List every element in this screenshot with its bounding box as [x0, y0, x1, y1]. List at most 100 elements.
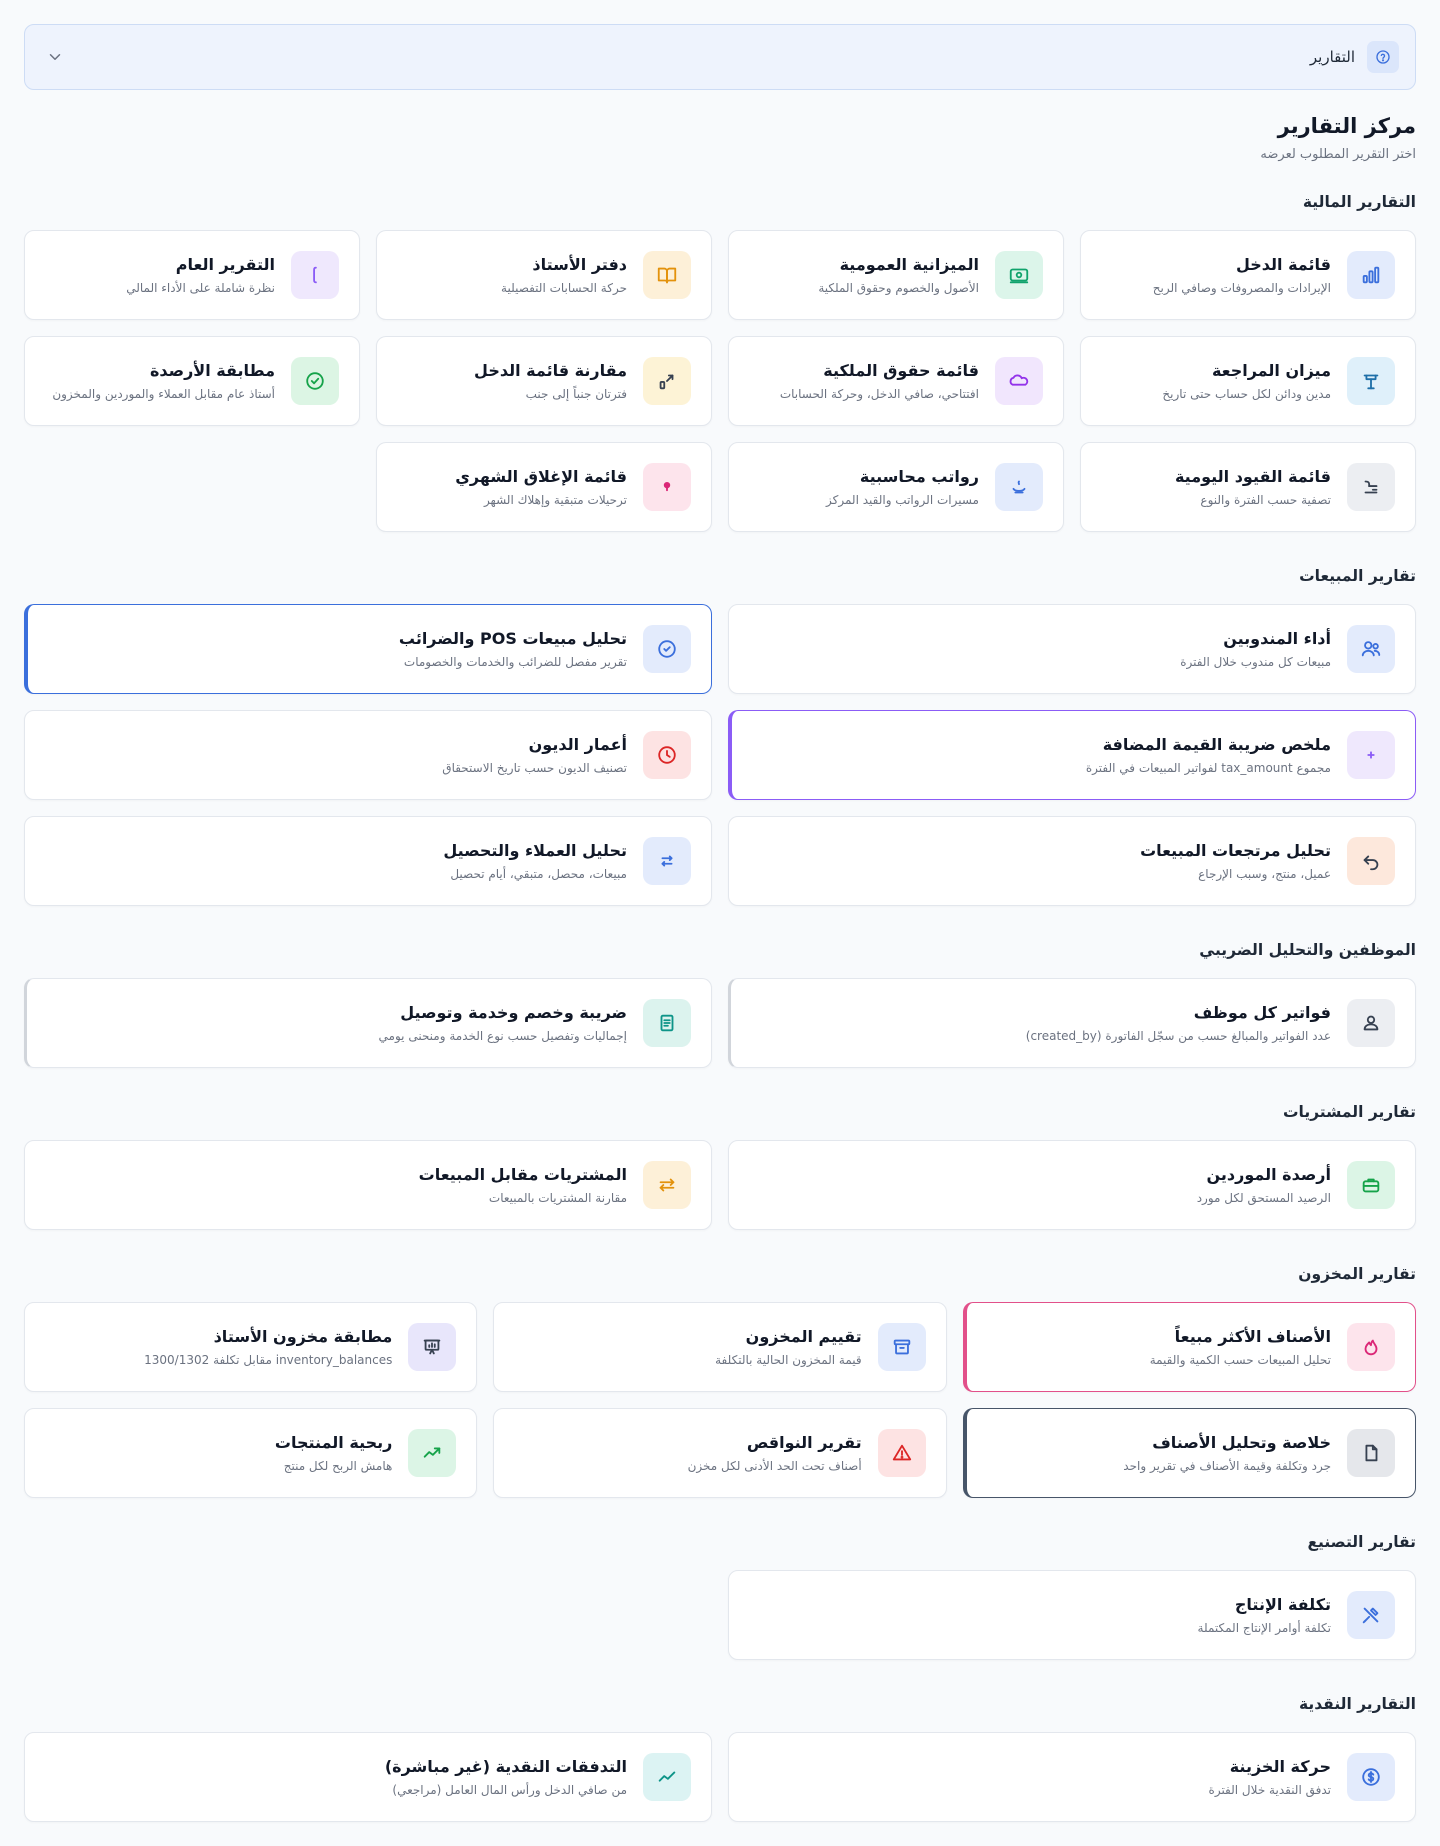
card-desc: مسيرات الرواتب والقيد المركز [826, 493, 979, 507]
card-desc: افتتاحي، صافي الدخل، وحركة الحسابات [779, 387, 979, 401]
card-desc: مبيعات، محصل، متبقي، أيام تحصيل [450, 867, 627, 881]
report-card-trial-balance[interactable]: ميزان المراجعة مدين ودائن لكل حساب حتى تا… [1080, 336, 1416, 426]
card-desc: مدين ودائن لكل حساب حتى تاريخ [1162, 387, 1331, 401]
report-card-customer-collection[interactable]: تحليل العملاء والتحصيل مبيعات، محصل، متبق… [24, 816, 712, 906]
card-title: التقرير العام [175, 255, 275, 274]
section-title-financial: التقارير المالية [1302, 193, 1416, 211]
section-title-inventory: تقارير المخزون [1298, 1265, 1416, 1283]
briefcase-icon [1347, 1161, 1395, 1209]
report-card-payroll[interactable]: رواتب محاسبية مسيرات الرواتب والقيد المرك… [728, 442, 1064, 532]
users-icon [1347, 625, 1395, 673]
card-title: ملخص ضريبة القيمة المضافة [1102, 735, 1331, 754]
receipt-icon [643, 999, 691, 1047]
reports-dropdown[interactable]: التقارير [24, 24, 1416, 90]
user-icon [1347, 999, 1395, 1047]
banknote-icon [995, 251, 1043, 299]
card-title: قائمة الدخل [1235, 255, 1331, 274]
journal-icon [1347, 463, 1395, 511]
card-desc: قيمة المخزون الحالية بالتكلفة [715, 1353, 862, 1367]
section-title-employees: الموظفين والتحليل الضريبي [1199, 941, 1416, 959]
report-card-balance-sheet[interactable]: الميزانية العمومية الأصول والخصوم وحقوق ا… [728, 230, 1064, 320]
card-desc: تصنيف الديون حسب تاريخ الاستحقاق [442, 761, 627, 775]
undo-icon [1347, 837, 1395, 885]
card-desc: مجموع tax_amount لفواتير المبيعات في الف… [1085, 761, 1331, 775]
card-desc: عميل، منتج، وسبب الإرجاع [1198, 867, 1331, 881]
financial-grid: قائمة الدخل الإيرادات والمصروفات وصافي ال… [24, 230, 1416, 532]
report-card-ledger-inventory-match[interactable]: مطابقة مخزون الأستاذ inventory_balances م… [24, 1302, 478, 1392]
transfer-icon [643, 837, 691, 885]
trend-icon [643, 1753, 691, 1801]
report-card-top-selling[interactable]: الأصناف الأكثر مبيعاً تحليل المبيعات حسب … [962, 1302, 1416, 1392]
plus-icon [1347, 731, 1395, 779]
report-card-indirect-cash-flow[interactable]: التدفقات النقدية (غير مباشرة) من صافي الد… [24, 1732, 712, 1822]
card-desc: تكلفة أوامر الإنتاج المكتملة [1197, 1621, 1331, 1635]
trend-icon [408, 1429, 457, 1477]
dropdown-label: التقارير [1309, 48, 1355, 66]
card-desc: حركة الحسابات التفصيلية [501, 281, 627, 295]
report-card-monthly-closing[interactable]: قائمة الإغلاق الشهري ترحيلات متبقية وإهلا… [376, 442, 712, 532]
card-desc: مبيعات كل مندوب خلال الفترة [1180, 655, 1331, 669]
card-desc: عدد الفواتير والمبالغ حسب من سجّل الفاتو… [1025, 1029, 1331, 1043]
report-card-shortages[interactable]: تقرير النواقص أصناف تحت الحد الأدنى لكل م… [493, 1408, 947, 1498]
card-title: تحليل مبيعات POS والضرائب [398, 629, 627, 648]
card-title: فواتير كل موظف [1193, 1003, 1331, 1022]
report-card-income-comparison[interactable]: مقارنة قائمة الدخل فترتان جنباً إلى جنب [376, 336, 712, 426]
section-title-sales: تقارير المبيعات [1299, 567, 1416, 585]
report-card-equity-statement[interactable]: قائمة حقوق الملكية افتتاحي، صافي الدخل، و… [728, 336, 1064, 426]
report-card-production-cost[interactable]: تكلفة الإنتاج تكلفة أوامر الإنتاج المكتمل… [728, 1570, 1416, 1660]
report-card-balance-reconciliation[interactable]: مطابقة الأرصدة أستاذ عام مقابل العملاء وا… [24, 336, 360, 426]
card-title: ضريبة وخصم وخدمة وتوصيل [400, 1003, 627, 1022]
card-title: التدفقات النقدية (غير مباشرة) [384, 1757, 627, 1776]
card-desc: تحليل المبيعات حسب الكمية والقيمة [1149, 1353, 1331, 1367]
card-title: مطابقة الأرصدة [149, 361, 275, 380]
sales-grid: أداء المندوبين مبيعات كل مندوب خلال الفتر… [24, 604, 1416, 906]
card-title: تقرير النواقص [746, 1433, 862, 1452]
card-title: دفتر الأستاذ [532, 255, 627, 274]
report-card-employee-invoices[interactable]: فواتير كل موظف عدد الفواتير والمبالغ حسب … [728, 978, 1416, 1068]
report-card-supplier-balances[interactable]: أرصدة الموردين الرصيد المستحق لكل مورد [728, 1140, 1416, 1230]
report-card-items-summary[interactable]: خلاصة وتحليل الأصناف جرد وتكلفة وقيمة الأ… [962, 1408, 1416, 1498]
card-title: تحليل العملاء والتحصيل [443, 841, 627, 860]
report-card-debt-aging[interactable]: أعمار الديون تصنيف الديون حسب تاريخ الاست… [24, 710, 712, 800]
report-card-sales-returns[interactable]: تحليل مرتجعات المبيعات عميل، منتج، وسبب ا… [728, 816, 1416, 906]
report-card-tax-discount-service[interactable]: ضريبة وخصم وخدمة وتوصيل إجماليات وتفصيل ح… [24, 978, 712, 1068]
report-card-general-report[interactable]: التقرير العام نظرة شاملة على الأداء المال… [24, 230, 360, 320]
report-card-vat-summary[interactable]: ملخص ضريبة القيمة المضافة مجموع tax_amoun… [728, 710, 1416, 800]
card-title: ميزان المراجعة [1211, 361, 1331, 380]
file-icon [1347, 1429, 1395, 1477]
report-card-general-ledger[interactable]: دفتر الأستاذ حركة الحسابات التفصيلية [376, 230, 712, 320]
warning-icon [877, 1429, 926, 1477]
bracket-icon [291, 251, 339, 299]
dollar-circle-icon [1347, 1753, 1395, 1801]
card-title: مقارنة قائمة الدخل [474, 361, 627, 380]
card-desc: تدفق النقدية خلال الفترة [1208, 1783, 1331, 1797]
cloud-icon [995, 357, 1043, 405]
card-desc: هامش الربح لكل منتج [283, 1459, 393, 1473]
card-desc: جرد وتكلفة وقيمة الأصناف في تقرير واحد [1123, 1459, 1331, 1473]
report-card-inventory-valuation[interactable]: تقييم المخزون قيمة المخزون الحالية بالتكل… [493, 1302, 947, 1392]
card-title: الأصناف الأكثر مبيعاً [1174, 1327, 1331, 1346]
card-title: تكلفة الإنتاج [1234, 1595, 1331, 1614]
clock-icon [643, 731, 691, 779]
report-card-journal-entries[interactable]: قائمة القيود اليومية تصفية حسب الفترة وال… [1080, 442, 1416, 532]
report-card-treasury-movement[interactable]: حركة الخزينة تدفق النقدية خلال الفترة [728, 1732, 1416, 1822]
section-title-manufacturing: تقارير التصنيع [1307, 1533, 1416, 1551]
report-card-product-profitability[interactable]: ربحية المنتجات هامش الربح لكل منتج [24, 1408, 478, 1498]
chevron-down-icon[interactable] [43, 45, 67, 69]
cash-grid: حركة الخزينة تدفق النقدية خلال الفترة الت… [24, 1732, 1416, 1822]
card-title: أرصدة الموردين [1206, 1165, 1332, 1184]
report-card-sales-reps[interactable]: أداء المندوبين مبيعات كل مندوب خلال الفتر… [728, 604, 1416, 694]
card-title: حركة الخزينة [1229, 1757, 1331, 1776]
card-desc: مقارنة المشتريات بالمبيعات [488, 1191, 627, 1205]
report-card-income-statement[interactable]: قائمة الدخل الإيرادات والمصروفات وصافي ال… [1080, 230, 1416, 320]
card-desc: الإيرادات والمصروفات وصافي الربح [1152, 281, 1331, 295]
report-card-pos-tax-analysis[interactable]: تحليل مبيعات POS والضرائب تقرير مفصل للضر… [24, 604, 712, 694]
page-subtitle: اختر التقرير المطلوب لعرضه [1260, 147, 1416, 162]
card-desc: نظرة شاملة على الأداء المالي [126, 281, 275, 295]
card-desc: ترحيلات متبقية وإهلاك الشهر [483, 493, 627, 507]
card-desc: الأصول والخصوم وحقوق الملكية [818, 281, 979, 295]
card-title: رواتب محاسبية [859, 467, 979, 486]
card-title: المشتريات مقابل المبيعات [418, 1165, 627, 1184]
tools-icon [1347, 1591, 1395, 1639]
report-card-purchases-vs-sales[interactable]: المشتريات مقابل المبيعات مقارنة المشتريات… [24, 1140, 712, 1230]
